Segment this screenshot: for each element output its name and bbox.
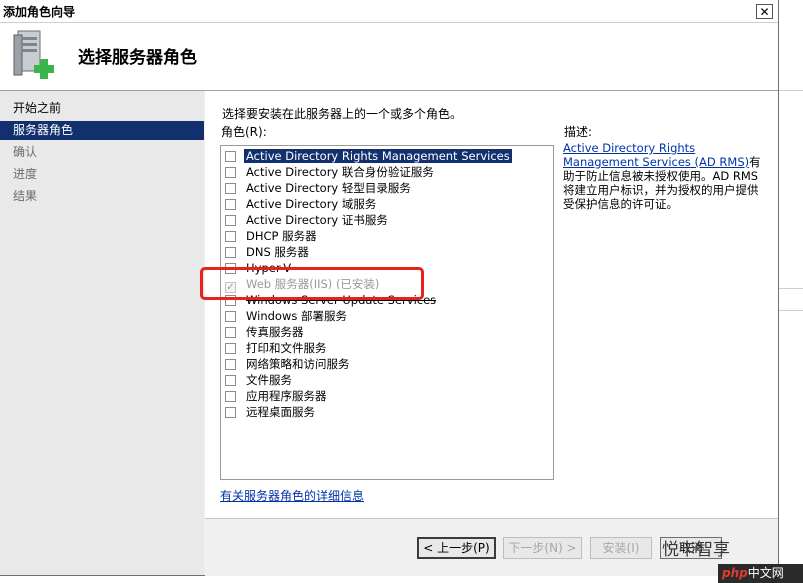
role-checkbox[interactable]: [225, 199, 236, 210]
nav-item-confirmation: 确认: [13, 145, 38, 159]
role-checkbox[interactable]: [225, 375, 236, 386]
role-label: DNS 服务器: [246, 245, 309, 259]
role-checkbox[interactable]: [225, 343, 236, 354]
role-item[interactable]: DHCP 服务器: [225, 228, 319, 244]
divider: [779, 288, 803, 289]
role-label: 文件服务: [246, 373, 292, 387]
role-item[interactable]: Active Directory 联合身份验证服务: [225, 164, 436, 180]
role-item[interactable]: 打印和文件服务: [225, 340, 329, 356]
role-checkbox[interactable]: [225, 407, 236, 418]
main-panel: 选择要安装在此服务器上的一个或多个角色。 角色(R): Active Direc…: [205, 91, 778, 518]
role-item[interactable]: 文件服务: [225, 372, 294, 388]
nav-item-server-roles[interactable]: 服务器角色: [0, 121, 204, 140]
role-checkbox[interactable]: [225, 215, 236, 226]
background-edge: [779, 0, 803, 583]
role-item[interactable]: Active Directory 证书服务: [225, 212, 390, 228]
server-add-icon: [13, 30, 54, 79]
window-title: 添加角色向导: [3, 5, 76, 19]
role-checkbox[interactable]: [225, 183, 236, 194]
role-checkbox[interactable]: [225, 167, 236, 178]
title-bar: 添加角色向导 ✕: [0, 0, 778, 23]
role-checkbox[interactable]: [225, 247, 236, 258]
site-watermark-logo: php: [722, 566, 748, 580]
annotation-highlight-box: [200, 267, 424, 300]
role-checkbox[interactable]: [225, 151, 236, 162]
role-item[interactable]: 传真服务器: [225, 324, 306, 340]
nav-item-results: 结果: [13, 189, 38, 203]
description-title: 描述:: [564, 125, 593, 139]
role-item[interactable]: 应用程序服务器: [225, 388, 329, 404]
role-label: 传真服务器: [246, 325, 304, 339]
install-button[interactable]: 安装(I): [590, 537, 652, 559]
nav-item-before-you-begin[interactable]: 开始之前: [0, 99, 204, 118]
role-item[interactable]: 远程桌面服务: [225, 404, 317, 420]
role-item[interactable]: Active Directory 轻型目录服务: [225, 180, 413, 196]
role-label: Active Directory 轻型目录服务: [246, 181, 411, 195]
wizard-nav: 开始之前 服务器角色 确认 进度 结果: [0, 91, 204, 575]
instruction-text: 选择要安装在此服务器上的一个或多个角色。: [222, 107, 463, 121]
role-label: Active Directory Rights Management Servi…: [244, 149, 512, 163]
watermark-text: 悦卡智享: [662, 540, 730, 560]
role-item[interactable]: DNS 服务器: [225, 244, 311, 260]
roles-label: 角色(R):: [221, 125, 267, 139]
more-info-link[interactable]: 有关服务器角色的详细信息: [220, 487, 364, 504]
role-label: Windows 部署服务: [246, 309, 347, 323]
role-label: 打印和文件服务: [246, 341, 327, 355]
nav-item-progress: 进度: [13, 167, 38, 181]
previous-button[interactable]: < 上一步(P): [417, 537, 496, 559]
divider: [779, 310, 803, 311]
roles-list[interactable]: Active Directory Rights Management Servi…: [220, 145, 554, 480]
role-checkbox[interactable]: [225, 391, 236, 402]
divider: [779, 90, 803, 91]
role-checkbox[interactable]: [225, 311, 236, 322]
role-label: Active Directory 联合身份验证服务: [246, 165, 434, 179]
role-label: Active Directory 域服务: [246, 197, 377, 211]
role-label: 远程桌面服务: [246, 405, 315, 419]
wizard-header: 选择服务器角色: [0, 23, 778, 91]
page-title: 选择服务器角色: [78, 48, 197, 68]
close-button[interactable]: ✕: [756, 4, 773, 19]
role-item[interactable]: Active Directory 域服务: [225, 196, 378, 212]
description-link[interactable]: Active Directory Rights Management Servi…: [563, 141, 749, 169]
site-watermark-text: 中文网: [747, 566, 784, 580]
role-label: DHCP 服务器: [246, 229, 317, 243]
role-item[interactable]: Active Directory Rights Management Servi…: [225, 148, 512, 164]
role-label: 应用程序服务器: [246, 389, 327, 403]
role-label: 网络策略和访问服务: [246, 357, 350, 371]
description-text: Active Directory Rights Management Servi…: [563, 141, 763, 211]
role-label: Active Directory 证书服务: [246, 213, 388, 227]
role-item[interactable]: 网络策略和访问服务: [225, 356, 352, 372]
role-checkbox[interactable]: [225, 359, 236, 370]
role-checkbox[interactable]: [225, 327, 236, 338]
role-item[interactable]: Windows 部署服务: [225, 308, 349, 324]
site-watermark: php中文网: [718, 564, 803, 583]
next-button[interactable]: 下一步(N) >: [503, 537, 582, 559]
role-checkbox[interactable]: [225, 231, 236, 242]
